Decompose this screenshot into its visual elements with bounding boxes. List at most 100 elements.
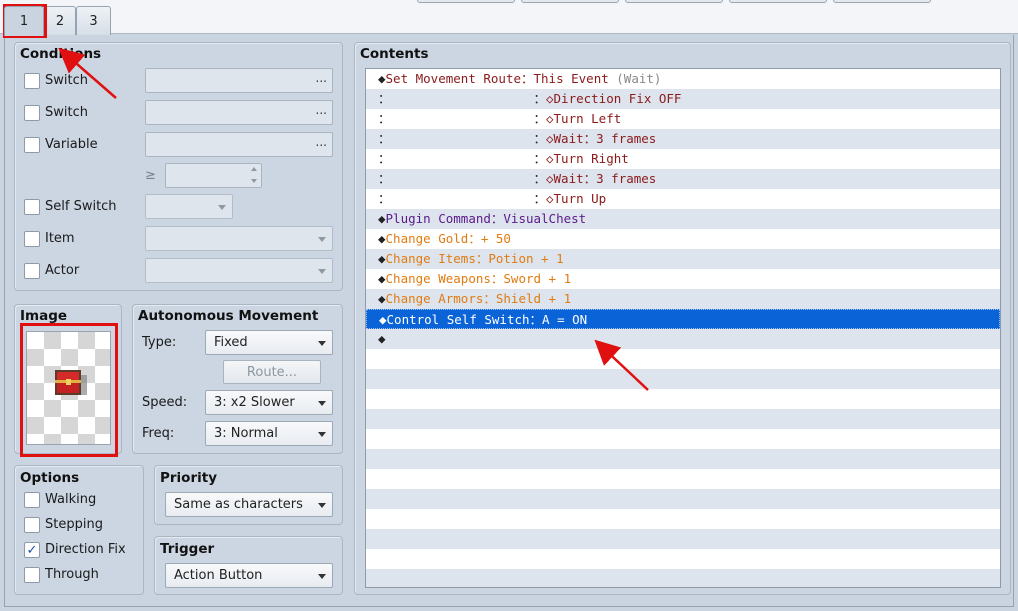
command-row[interactable]: ： ：◇Turn Right xyxy=(366,149,1000,169)
stepping-checkbox[interactable] xyxy=(24,517,40,533)
walking-checkbox[interactable] xyxy=(24,492,40,508)
options-title: Options xyxy=(20,470,80,486)
freq-select[interactable]: 3: Normal xyxy=(205,421,333,446)
trigger-value: Action Button xyxy=(174,568,263,583)
empty-row[interactable] xyxy=(366,469,1000,489)
route-button[interactable]: Route... xyxy=(223,360,321,384)
variable-field[interactable]: ... xyxy=(145,132,333,157)
command-row[interactable]: ： ：◇Direction Fix OFF xyxy=(366,89,1000,109)
command-row[interactable]: ： ：◇Turn Left xyxy=(366,109,1000,129)
direction-fix-label: Direction Fix xyxy=(45,542,126,557)
actor-checkbox[interactable] xyxy=(24,263,40,279)
command-row[interactable]: ◆Plugin Command：VisualChest xyxy=(366,209,1000,229)
speed-value: 3: x2 Slower xyxy=(214,395,295,410)
tab-label: 3 xyxy=(89,13,98,29)
empty-row[interactable] xyxy=(366,369,1000,389)
empty-row[interactable] xyxy=(366,489,1000,509)
command-text: ◆ xyxy=(379,312,387,327)
command-text: Change Items：Potion + 1 xyxy=(385,251,564,266)
autonomous-movement-title: Autonomous Movement xyxy=(138,308,319,324)
chevron-down-icon xyxy=(318,268,326,274)
tab-page-1[interactable]: 1 xyxy=(4,6,44,36)
command-row[interactable]: ◆Change Items：Potion + 1 xyxy=(366,249,1000,269)
image-title: Image xyxy=(20,308,68,324)
speed-select[interactable]: 3: x2 Slower xyxy=(205,390,333,415)
command-text: ◇Wait：3 frames xyxy=(546,131,657,146)
top-button[interactable] xyxy=(625,0,723,3)
command-row[interactable]: ◆Change Armors：Shield + 1 xyxy=(366,289,1000,309)
command-text: ： ： xyxy=(378,151,546,166)
command-text: Control Self Switch：A = ON xyxy=(386,312,588,327)
spin-down-icon[interactable] xyxy=(251,179,257,183)
variable-checkbox[interactable] xyxy=(24,137,40,153)
tab-label: 2 xyxy=(55,13,65,29)
command-row[interactable]: ◆Change Weapons：Sword + 1 xyxy=(366,269,1000,289)
variable-value-spinner[interactable] xyxy=(165,163,262,188)
conditions-title: Conditions xyxy=(20,46,102,62)
self-switch-label: Self Switch xyxy=(45,199,117,214)
empty-row[interactable] xyxy=(366,389,1000,409)
tab-page-3[interactable]: 3 xyxy=(76,6,111,35)
empty-row[interactable] xyxy=(366,429,1000,449)
item-checkbox[interactable] xyxy=(24,231,40,247)
chevron-down-icon xyxy=(318,340,326,346)
empty-row[interactable] xyxy=(366,549,1000,569)
image-highlight-box xyxy=(20,323,118,457)
empty-row[interactable] xyxy=(366,409,1000,429)
ellipsis-icon: ... xyxy=(315,71,327,85)
command-text: Plugin Command： xyxy=(385,211,504,226)
tab-label: 1 xyxy=(19,14,29,29)
priority-title: Priority xyxy=(160,470,217,486)
item-select[interactable] xyxy=(145,226,333,251)
command-row-selected[interactable]: ◆Control Self Switch：A = ON xyxy=(366,309,1000,329)
tab-page-2[interactable]: 2 xyxy=(44,6,76,35)
command-row[interactable]: ◆Set Movement Route：This Event (Wait) xyxy=(366,69,1000,89)
ellipsis-icon: ... xyxy=(315,135,327,149)
top-button[interactable] xyxy=(417,0,515,3)
type-select[interactable]: Fixed xyxy=(205,330,333,355)
top-toolbar xyxy=(0,0,1018,34)
top-button[interactable] xyxy=(729,0,827,3)
actor-select[interactable] xyxy=(145,258,333,283)
switch1-checkbox[interactable] xyxy=(24,73,40,89)
trigger-select[interactable]: Action Button xyxy=(165,563,333,588)
command-row[interactable]: ： ：◇Turn Up xyxy=(366,189,1000,209)
checkmark-icon: ✓ xyxy=(26,542,38,558)
chevron-down-icon xyxy=(318,573,326,579)
top-button[interactable] xyxy=(833,0,931,3)
empty-row[interactable] xyxy=(366,529,1000,549)
chevron-down-icon xyxy=(318,400,326,406)
spin-up-icon[interactable] xyxy=(251,167,257,171)
command-row[interactable]: ： ：◇Wait：3 frames xyxy=(366,169,1000,189)
command-text: VisualChest xyxy=(503,211,587,226)
command-text: ◆ xyxy=(378,251,386,266)
chevron-down-icon xyxy=(318,502,326,508)
self-switch-checkbox[interactable] xyxy=(24,199,40,215)
top-button[interactable] xyxy=(521,0,619,3)
command-text: ： ： xyxy=(378,191,546,206)
command-row[interactable]: ◆Change Gold：+ 50 xyxy=(366,229,1000,249)
ge-symbol: ≥ xyxy=(145,168,156,183)
command-row[interactable]: ◆ xyxy=(366,329,1000,349)
direction-fix-checkbox[interactable]: ✓ xyxy=(24,542,40,558)
switch2-field[interactable]: ... xyxy=(145,100,333,125)
command-text: (Wait) xyxy=(616,71,662,86)
type-label: Type: xyxy=(142,335,177,350)
empty-row[interactable] xyxy=(366,569,1000,587)
command-text: ◆ xyxy=(378,71,386,86)
empty-row[interactable] xyxy=(366,349,1000,369)
self-switch-select[interactable] xyxy=(145,194,233,219)
freq-value: 3: Normal xyxy=(214,426,278,441)
command-text: ◇Turn Left xyxy=(546,111,622,126)
type-value: Fixed xyxy=(214,335,248,350)
empty-row[interactable] xyxy=(366,509,1000,529)
chevron-down-icon xyxy=(318,431,326,437)
switch1-field[interactable]: ... xyxy=(145,68,333,93)
through-checkbox[interactable] xyxy=(24,567,40,583)
switch2-checkbox[interactable] xyxy=(24,105,40,121)
empty-row[interactable] xyxy=(366,449,1000,469)
priority-select[interactable]: Same as characters xyxy=(165,492,333,517)
command-row[interactable]: ： ：◇Wait：3 frames xyxy=(366,129,1000,149)
event-command-list[interactable]: ◆Set Movement Route：This Event (Wait)： ：… xyxy=(365,68,1001,588)
command-text: ◇Direction Fix OFF xyxy=(546,91,682,106)
